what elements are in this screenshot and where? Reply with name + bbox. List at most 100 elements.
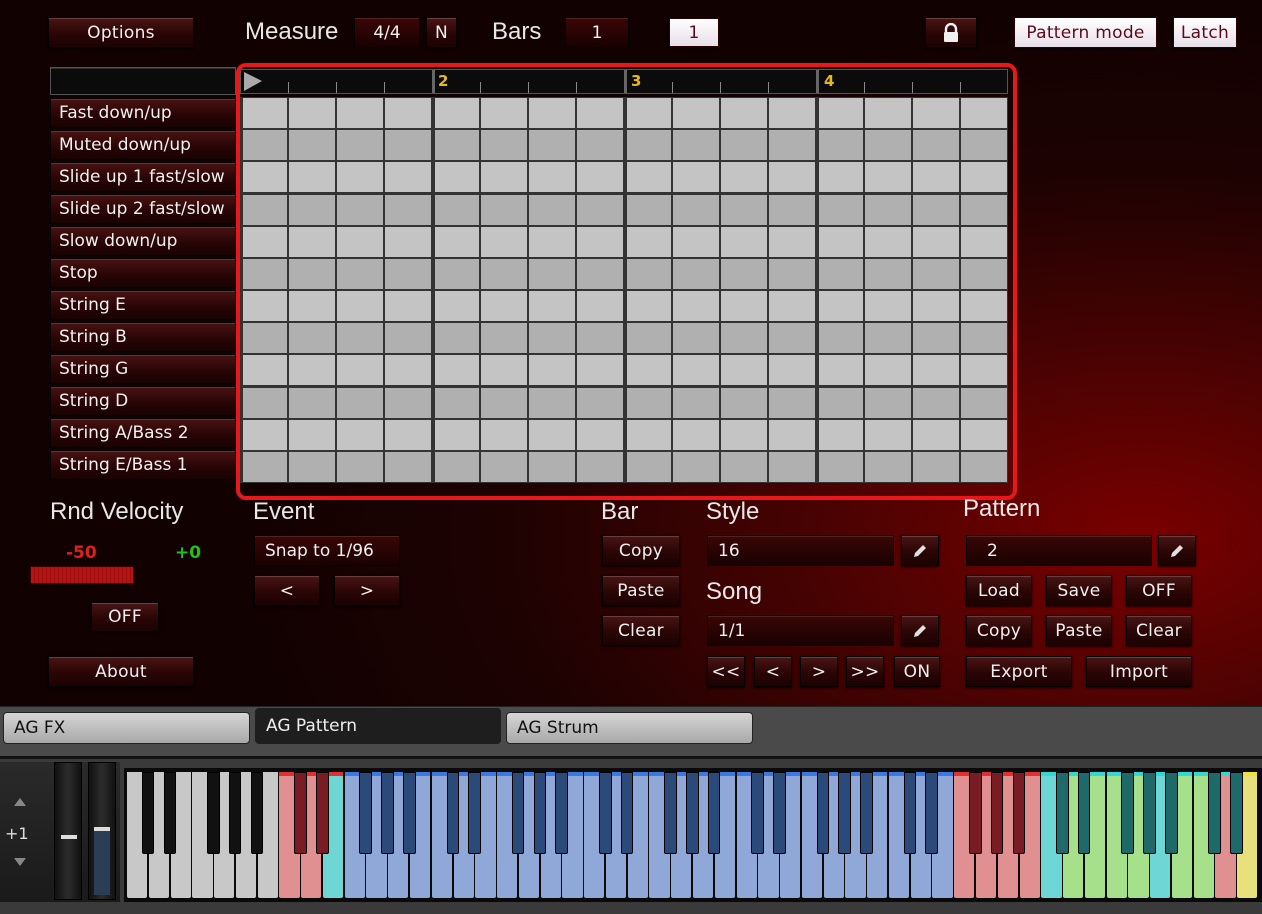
- black-key[interactable]: [925, 772, 939, 854]
- black-key[interactable]: [1230, 772, 1243, 854]
- black-key[interactable]: [773, 772, 786, 854]
- black-key[interactable]: [1121, 772, 1134, 854]
- pitch-wheel-marker: [61, 835, 77, 839]
- black-key[interactable]: [968, 772, 982, 854]
- event-prev-button[interactable]: <: [254, 575, 320, 606]
- tab-ag-strum[interactable]: AG Strum: [506, 712, 753, 744]
- black-key[interactable]: [228, 772, 242, 854]
- lock-button[interactable]: [925, 17, 977, 48]
- black-key[interactable]: [598, 772, 612, 854]
- row-label[interactable]: String E/Bass 1: [50, 450, 236, 480]
- velocity-range-bar[interactable]: [30, 566, 134, 584]
- row-label[interactable]: Slide up 2 fast/slow: [50, 194, 236, 224]
- song-first-button[interactable]: <<: [707, 656, 745, 687]
- pattern-paste-button[interactable]: Paste: [1046, 615, 1112, 646]
- velocity-min-value: -50: [66, 543, 97, 563]
- row-label[interactable]: Stop: [50, 258, 236, 288]
- black-key[interactable]: [533, 772, 547, 854]
- black-key[interactable]: [555, 772, 568, 854]
- black-key[interactable]: [250, 772, 264, 854]
- pattern-edit-button[interactable]: [1158, 535, 1196, 566]
- rnd-velocity-title: Rnd Velocity: [50, 498, 184, 525]
- triangle-up-icon[interactable]: [12, 796, 28, 808]
- bar-copy-button[interactable]: Copy: [602, 535, 680, 566]
- n-button[interactable]: N: [426, 17, 457, 48]
- style-field[interactable]: 16: [707, 535, 894, 566]
- pattern-copy-button[interactable]: Copy: [966, 615, 1032, 646]
- mod-wheel-fill: [94, 827, 110, 895]
- song-on-button[interactable]: ON: [894, 656, 940, 687]
- black-key[interactable]: [141, 772, 155, 854]
- black-key[interactable]: [446, 772, 460, 854]
- pattern-import-button[interactable]: Import: [1086, 656, 1192, 687]
- black-key[interactable]: [315, 772, 329, 854]
- event-next-button[interactable]: >: [334, 575, 400, 606]
- black-key[interactable]: [381, 772, 394, 854]
- pencil-icon: [914, 544, 926, 557]
- song-next-button[interactable]: >: [800, 656, 838, 687]
- about-button[interactable]: About: [48, 656, 194, 687]
- pattern-load-button[interactable]: Load: [966, 575, 1032, 606]
- style-edit-button[interactable]: [901, 535, 939, 566]
- black-key[interactable]: [816, 772, 830, 854]
- black-key[interactable]: [1012, 772, 1026, 854]
- black-key[interactable]: [860, 772, 873, 854]
- row-label[interactable]: Slow down/up: [50, 226, 236, 256]
- pattern-field[interactable]: 2: [966, 535, 1152, 566]
- bars-value[interactable]: 1: [565, 17, 629, 48]
- black-key[interactable]: [620, 772, 634, 854]
- song-title: Song: [706, 578, 763, 605]
- pattern-mode-button[interactable]: Pattern mode: [1014, 17, 1157, 48]
- black-key[interactable]: [1077, 772, 1091, 854]
- black-key[interactable]: [1208, 772, 1222, 854]
- black-key[interactable]: [903, 772, 917, 854]
- options-button[interactable]: Options: [48, 17, 194, 48]
- black-key[interactable]: [207, 772, 220, 854]
- black-key[interactable]: [1164, 772, 1178, 854]
- row-label[interactable]: String A/Bass 2: [50, 418, 236, 448]
- black-key[interactable]: [1056, 772, 1069, 854]
- row-label[interactable]: Slide up 1 fast/slow: [50, 162, 236, 192]
- lock-icon: [944, 22, 958, 42]
- tab-ag-pattern[interactable]: AG Pattern: [255, 708, 501, 744]
- current-bar-indicator[interactable]: 1: [669, 18, 719, 47]
- mod-wheel[interactable]: [88, 762, 116, 900]
- black-key[interactable]: [511, 772, 525, 854]
- triangle-down-icon[interactable]: [12, 856, 28, 868]
- pattern-save-button[interactable]: Save: [1046, 575, 1112, 606]
- row-label[interactable]: Fast down/up: [50, 98, 236, 128]
- snap-selector[interactable]: Snap to 1/96: [254, 535, 400, 566]
- measure-value[interactable]: 4/4: [354, 17, 420, 48]
- pattern-export-button[interactable]: Export: [966, 656, 1072, 687]
- black-key[interactable]: [990, 772, 1004, 854]
- latch-button[interactable]: Latch: [1173, 17, 1237, 48]
- pitch-wheel[interactable]: [54, 762, 82, 900]
- black-key[interactable]: [707, 772, 721, 854]
- row-label[interactable]: String G: [50, 354, 236, 384]
- song-prev-button[interactable]: <: [754, 656, 792, 687]
- black-key[interactable]: [1143, 772, 1156, 854]
- song-field[interactable]: 1/1: [707, 615, 894, 646]
- row-label[interactable]: Muted down/up: [50, 130, 236, 160]
- black-key[interactable]: [664, 772, 677, 854]
- song-last-button[interactable]: >>: [846, 656, 884, 687]
- black-key[interactable]: [163, 772, 177, 854]
- row-label[interactable]: String B: [50, 322, 236, 352]
- black-key[interactable]: [468, 772, 481, 854]
- row-label[interactable]: String D: [50, 386, 236, 416]
- black-key[interactable]: [402, 772, 416, 854]
- bar-paste-button[interactable]: Paste: [602, 575, 680, 606]
- row-label[interactable]: String E: [50, 290, 236, 320]
- bar-clear-button[interactable]: Clear: [602, 615, 680, 646]
- black-key[interactable]: [751, 772, 764, 854]
- black-key[interactable]: [838, 772, 851, 854]
- piano-keyboard[interactable]: [124, 768, 1262, 902]
- song-edit-button[interactable]: [901, 615, 939, 646]
- pattern-off-button[interactable]: OFF: [1126, 575, 1192, 606]
- black-key[interactable]: [359, 772, 373, 854]
- pattern-clear-button[interactable]: Clear: [1126, 615, 1192, 646]
- tab-ag-fx[interactable]: AG FX: [3, 712, 250, 744]
- black-key[interactable]: [294, 772, 307, 854]
- black-key[interactable]: [685, 772, 699, 854]
- velocity-off-button[interactable]: OFF: [91, 602, 159, 632]
